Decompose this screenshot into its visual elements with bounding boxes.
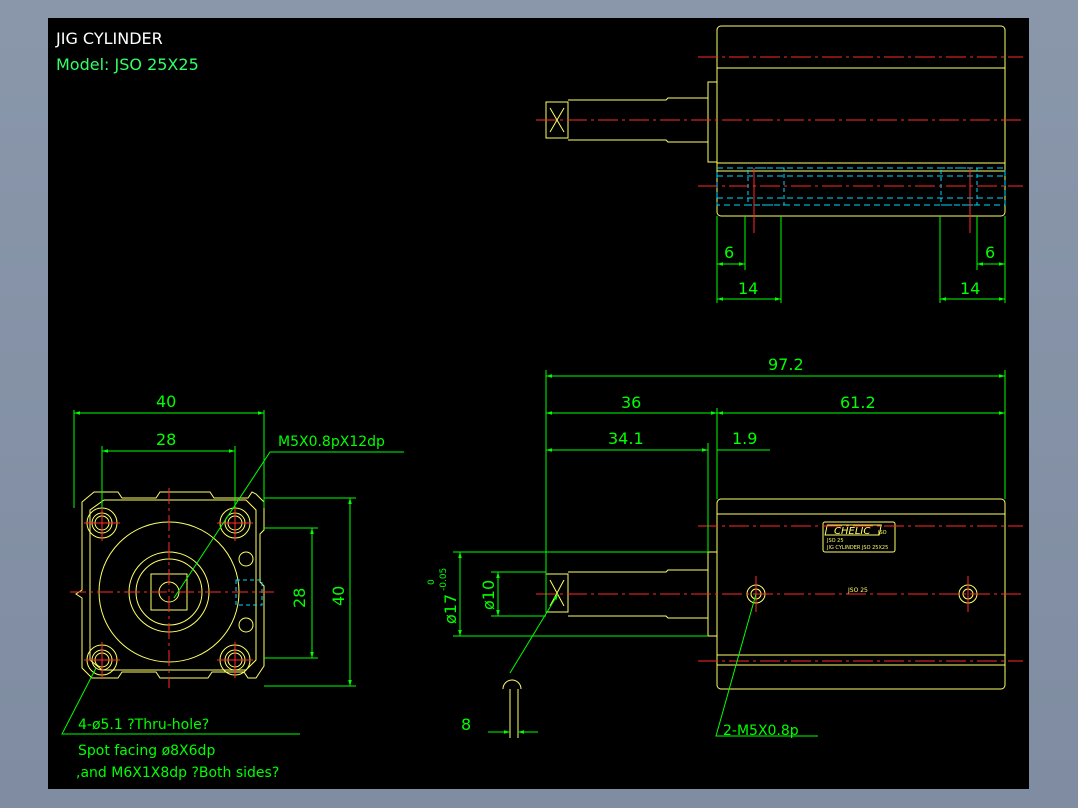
- plate-line-1: JSO 25: [826, 538, 844, 544]
- note-ports: 2-M5X0.8p: [723, 723, 799, 739]
- dim-side-28: 28: [290, 588, 309, 608]
- top-view: [536, 25, 1023, 303]
- dim-rod-diameter: ø10: [479, 580, 498, 610]
- dim-top-left-6: 6: [724, 243, 734, 262]
- dim-34-1: 34.1: [608, 429, 644, 448]
- dim-top-right-6: 6: [985, 243, 995, 262]
- body-model-text: JSO 25: [847, 587, 868, 594]
- note-spot-facing: Spot facing ø8X6dp: [78, 743, 215, 759]
- top-view-body: [716, 25, 1006, 217]
- dim-overall-length: 97.2: [768, 355, 804, 374]
- model-label: Model: JSO 25X25: [56, 55, 199, 74]
- note-m5-thread: M5X0.8pX12dp: [278, 434, 385, 450]
- dim-36: 36: [621, 393, 641, 412]
- note-holes: 4-ø5.1 ?Thru-hole?: [78, 717, 209, 733]
- brand-suffix: JSO: [877, 530, 887, 536]
- plate-line-2: JIG CYLINDER JSO 25X25: [826, 545, 888, 551]
- dim-tolerance-lower: -0.05: [439, 568, 449, 591]
- dim-tolerance-upper: 0: [427, 579, 437, 585]
- note-m6: ,and M6X1X8dp ?Both sides?: [76, 765, 279, 781]
- dim-front-28: 28: [156, 430, 176, 449]
- dim-front-40: 40: [156, 392, 176, 411]
- dim-8: 8: [461, 715, 471, 734]
- drawing-title: JIG CYLINDER: [55, 29, 163, 48]
- dim-side-40: 40: [329, 586, 348, 606]
- drawing-canvas: JIG CYLINDER Model: JSO 25X25 6 6 14 14 …: [48, 18, 1029, 789]
- dim-bore-diameter: ø17: [441, 594, 460, 624]
- dim-top-right-14: 14: [960, 279, 980, 298]
- brand-logo: CHELIC: [834, 526, 870, 537]
- cad-drawing: JIG CYLINDER Model: JSO 25X25 6 6 14 14 …: [55, 25, 1023, 781]
- side-view: [453, 370, 1023, 738]
- dim-61-2: 61.2: [840, 393, 876, 412]
- dim-top-left-14: 14: [738, 279, 758, 298]
- dim-1-9: 1.9: [732, 429, 757, 448]
- front-view: [61, 410, 404, 735]
